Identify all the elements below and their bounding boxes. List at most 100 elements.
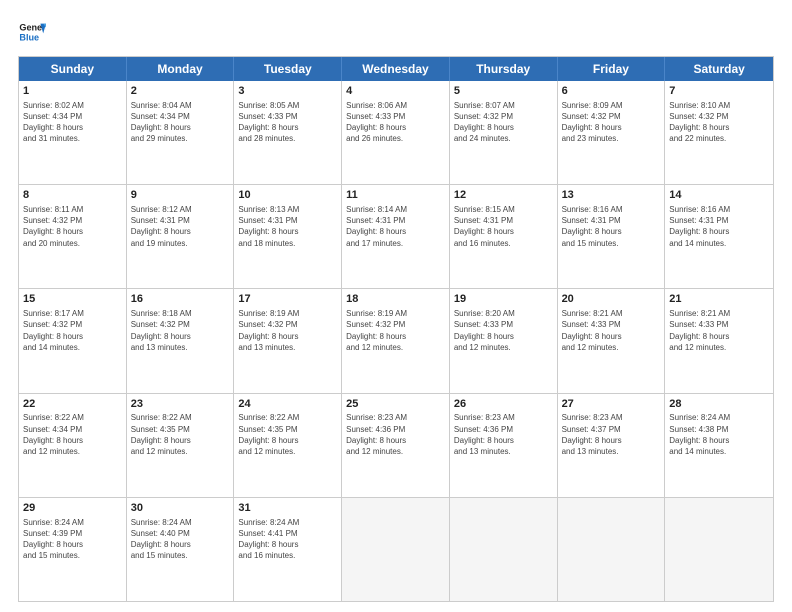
calendar-week-1: 1Sunrise: 8:02 AM Sunset: 4:34 PM Daylig…: [19, 81, 773, 185]
day-number: 24: [238, 397, 337, 412]
cal-cell: [342, 498, 450, 601]
day-number: 30: [131, 501, 230, 516]
day-info: Sunrise: 8:24 AM Sunset: 4:39 PM Dayligh…: [23, 517, 122, 562]
day-number: 13: [562, 188, 661, 203]
svg-text:Blue: Blue: [19, 32, 39, 42]
calendar-body: 1Sunrise: 8:02 AM Sunset: 4:34 PM Daylig…: [19, 81, 773, 601]
cal-cell: 13Sunrise: 8:16 AM Sunset: 4:31 PM Dayli…: [558, 185, 666, 288]
cal-cell: 17Sunrise: 8:19 AM Sunset: 4:32 PM Dayli…: [234, 289, 342, 392]
day-info: Sunrise: 8:10 AM Sunset: 4:32 PM Dayligh…: [669, 100, 769, 145]
day-info: Sunrise: 8:07 AM Sunset: 4:32 PM Dayligh…: [454, 100, 553, 145]
day-number: 2: [131, 84, 230, 99]
cal-cell: 8Sunrise: 8:11 AM Sunset: 4:32 PM Daylig…: [19, 185, 127, 288]
day-info: Sunrise: 8:19 AM Sunset: 4:32 PM Dayligh…: [238, 308, 337, 353]
header-cell-monday: Monday: [127, 57, 235, 81]
day-info: Sunrise: 8:11 AM Sunset: 4:32 PM Dayligh…: [23, 204, 122, 249]
day-number: 18: [346, 292, 445, 307]
header-cell-tuesday: Tuesday: [234, 57, 342, 81]
cal-cell: 7Sunrise: 8:10 AM Sunset: 4:32 PM Daylig…: [665, 81, 773, 184]
day-number: 23: [131, 397, 230, 412]
day-number: 15: [23, 292, 122, 307]
day-number: 25: [346, 397, 445, 412]
cal-cell: 27Sunrise: 8:23 AM Sunset: 4:37 PM Dayli…: [558, 394, 666, 497]
cal-cell: 30Sunrise: 8:24 AM Sunset: 4:40 PM Dayli…: [127, 498, 235, 601]
day-number: 26: [454, 397, 553, 412]
day-number: 10: [238, 188, 337, 203]
header-cell-thursday: Thursday: [450, 57, 558, 81]
day-number: 1: [23, 84, 122, 99]
cal-cell: 9Sunrise: 8:12 AM Sunset: 4:31 PM Daylig…: [127, 185, 235, 288]
cal-cell: 11Sunrise: 8:14 AM Sunset: 4:31 PM Dayli…: [342, 185, 450, 288]
logo: General Blue: [18, 18, 46, 46]
day-info: Sunrise: 8:24 AM Sunset: 4:41 PM Dayligh…: [238, 517, 337, 562]
page: General Blue SundayMondayTuesdayWednesda…: [0, 0, 792, 612]
cal-cell: 19Sunrise: 8:20 AM Sunset: 4:33 PM Dayli…: [450, 289, 558, 392]
header-cell-wednesday: Wednesday: [342, 57, 450, 81]
day-number: 28: [669, 397, 769, 412]
day-info: Sunrise: 8:09 AM Sunset: 4:32 PM Dayligh…: [562, 100, 661, 145]
day-number: 16: [131, 292, 230, 307]
day-info: Sunrise: 8:23 AM Sunset: 4:36 PM Dayligh…: [346, 412, 445, 457]
cal-cell: 3Sunrise: 8:05 AM Sunset: 4:33 PM Daylig…: [234, 81, 342, 184]
day-info: Sunrise: 8:15 AM Sunset: 4:31 PM Dayligh…: [454, 204, 553, 249]
day-info: Sunrise: 8:22 AM Sunset: 4:34 PM Dayligh…: [23, 412, 122, 457]
cal-cell: 4Sunrise: 8:06 AM Sunset: 4:33 PM Daylig…: [342, 81, 450, 184]
day-number: 9: [131, 188, 230, 203]
cal-cell: 16Sunrise: 8:18 AM Sunset: 4:32 PM Dayli…: [127, 289, 235, 392]
day-number: 31: [238, 501, 337, 516]
cal-cell: 12Sunrise: 8:15 AM Sunset: 4:31 PM Dayli…: [450, 185, 558, 288]
header-cell-sunday: Sunday: [19, 57, 127, 81]
day-info: Sunrise: 8:13 AM Sunset: 4:31 PM Dayligh…: [238, 204, 337, 249]
cal-cell: 28Sunrise: 8:24 AM Sunset: 4:38 PM Dayli…: [665, 394, 773, 497]
day-number: 27: [562, 397, 661, 412]
day-info: Sunrise: 8:24 AM Sunset: 4:38 PM Dayligh…: [669, 412, 769, 457]
day-info: Sunrise: 8:16 AM Sunset: 4:31 PM Dayligh…: [562, 204, 661, 249]
day-info: Sunrise: 8:21 AM Sunset: 4:33 PM Dayligh…: [669, 308, 769, 353]
day-info: Sunrise: 8:12 AM Sunset: 4:31 PM Dayligh…: [131, 204, 230, 249]
day-number: 20: [562, 292, 661, 307]
day-info: Sunrise: 8:02 AM Sunset: 4:34 PM Dayligh…: [23, 100, 122, 145]
day-info: Sunrise: 8:04 AM Sunset: 4:34 PM Dayligh…: [131, 100, 230, 145]
day-number: 19: [454, 292, 553, 307]
cal-cell: 20Sunrise: 8:21 AM Sunset: 4:33 PM Dayli…: [558, 289, 666, 392]
day-number: 4: [346, 84, 445, 99]
day-info: Sunrise: 8:05 AM Sunset: 4:33 PM Dayligh…: [238, 100, 337, 145]
day-number: 17: [238, 292, 337, 307]
day-info: Sunrise: 8:24 AM Sunset: 4:40 PM Dayligh…: [131, 517, 230, 562]
cal-cell: 15Sunrise: 8:17 AM Sunset: 4:32 PM Dayli…: [19, 289, 127, 392]
cal-cell: [450, 498, 558, 601]
calendar-week-4: 22Sunrise: 8:22 AM Sunset: 4:34 PM Dayli…: [19, 394, 773, 498]
calendar: SundayMondayTuesdayWednesdayThursdayFrid…: [18, 56, 774, 602]
calendar-week-5: 29Sunrise: 8:24 AM Sunset: 4:39 PM Dayli…: [19, 498, 773, 601]
cal-cell: 6Sunrise: 8:09 AM Sunset: 4:32 PM Daylig…: [558, 81, 666, 184]
cal-cell: 5Sunrise: 8:07 AM Sunset: 4:32 PM Daylig…: [450, 81, 558, 184]
day-number: 7: [669, 84, 769, 99]
cal-cell: [558, 498, 666, 601]
day-info: Sunrise: 8:23 AM Sunset: 4:37 PM Dayligh…: [562, 412, 661, 457]
cal-cell: 1Sunrise: 8:02 AM Sunset: 4:34 PM Daylig…: [19, 81, 127, 184]
day-number: 21: [669, 292, 769, 307]
day-number: 11: [346, 188, 445, 203]
cal-cell: [665, 498, 773, 601]
general-blue-logo-icon: General Blue: [18, 18, 46, 46]
day-info: Sunrise: 8:06 AM Sunset: 4:33 PM Dayligh…: [346, 100, 445, 145]
day-number: 5: [454, 84, 553, 99]
cal-cell: 31Sunrise: 8:24 AM Sunset: 4:41 PM Dayli…: [234, 498, 342, 601]
cal-cell: 24Sunrise: 8:22 AM Sunset: 4:35 PM Dayli…: [234, 394, 342, 497]
header: General Blue: [18, 18, 774, 46]
day-info: Sunrise: 8:22 AM Sunset: 4:35 PM Dayligh…: [238, 412, 337, 457]
day-info: Sunrise: 8:14 AM Sunset: 4:31 PM Dayligh…: [346, 204, 445, 249]
day-info: Sunrise: 8:23 AM Sunset: 4:36 PM Dayligh…: [454, 412, 553, 457]
cal-cell: 23Sunrise: 8:22 AM Sunset: 4:35 PM Dayli…: [127, 394, 235, 497]
cal-cell: 21Sunrise: 8:21 AM Sunset: 4:33 PM Dayli…: [665, 289, 773, 392]
day-info: Sunrise: 8:21 AM Sunset: 4:33 PM Dayligh…: [562, 308, 661, 353]
calendar-week-3: 15Sunrise: 8:17 AM Sunset: 4:32 PM Dayli…: [19, 289, 773, 393]
day-number: 8: [23, 188, 122, 203]
day-info: Sunrise: 8:19 AM Sunset: 4:32 PM Dayligh…: [346, 308, 445, 353]
calendar-week-2: 8Sunrise: 8:11 AM Sunset: 4:32 PM Daylig…: [19, 185, 773, 289]
cal-cell: 18Sunrise: 8:19 AM Sunset: 4:32 PM Dayli…: [342, 289, 450, 392]
day-info: Sunrise: 8:18 AM Sunset: 4:32 PM Dayligh…: [131, 308, 230, 353]
day-number: 3: [238, 84, 337, 99]
cal-cell: 29Sunrise: 8:24 AM Sunset: 4:39 PM Dayli…: [19, 498, 127, 601]
header-cell-saturday: Saturday: [665, 57, 773, 81]
